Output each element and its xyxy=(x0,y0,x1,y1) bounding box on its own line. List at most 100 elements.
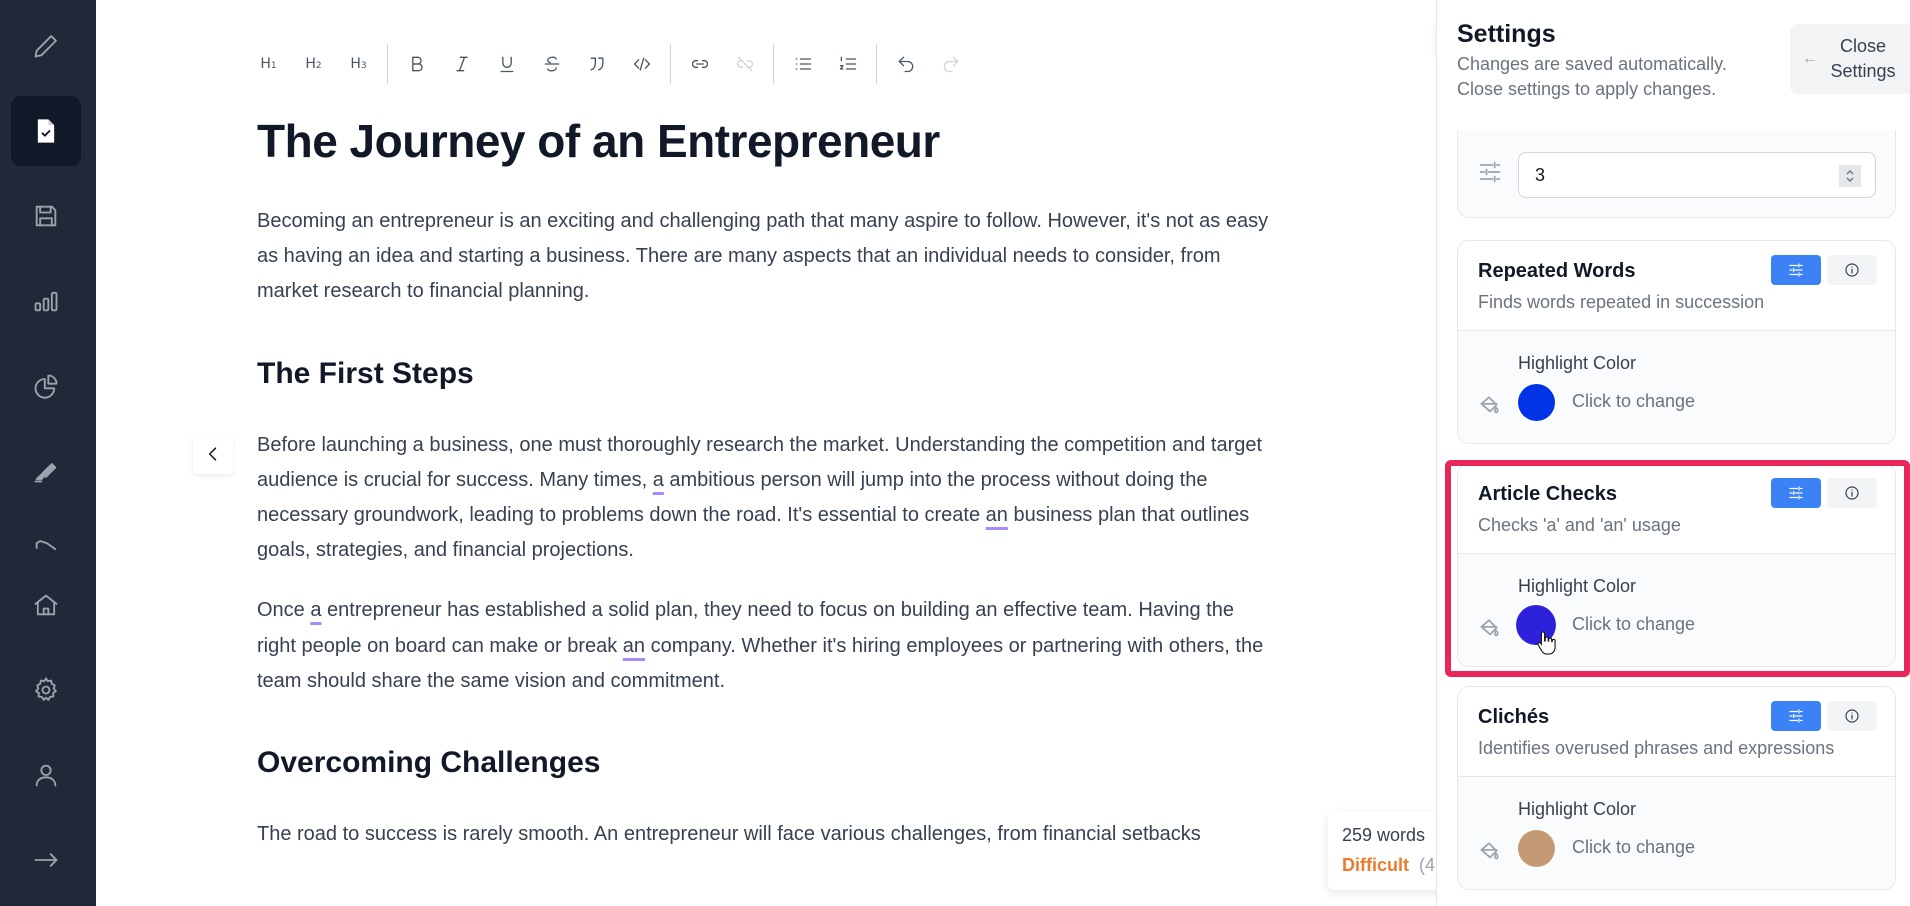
nav-item-analytics[interactable] xyxy=(11,351,81,421)
previous-button[interactable] xyxy=(193,434,233,474)
threshold-input[interactable]: 3 xyxy=(1518,152,1876,198)
link-button[interactable] xyxy=(677,44,722,84)
article-flag[interactable]: a xyxy=(653,469,664,491)
chevron-left-icon xyxy=(208,447,217,461)
save-icon xyxy=(35,205,57,227)
paint-bucket-icon xyxy=(1476,393,1502,419)
home-icon xyxy=(34,594,58,616)
threshold-value: 3 xyxy=(1535,164,1546,185)
arrow-right-icon xyxy=(34,853,58,867)
bold-button[interactable] xyxy=(394,44,439,84)
heading-2-button[interactable]: H2 xyxy=(291,44,336,84)
nav-item-signature[interactable] xyxy=(11,521,81,561)
cliches-card: Clichés Identifies overused phrases and … xyxy=(1457,686,1896,890)
card-header: Article Checks Checks 'a' and 'an' usage xyxy=(1458,464,1895,554)
configure-button[interactable] xyxy=(1771,255,1821,285)
signature-icon xyxy=(35,540,57,551)
section-heading: Overcoming Challenges xyxy=(257,746,601,780)
document-content[interactable]: The Journey of an Entrepreneur Becoming … xyxy=(257,108,1277,877)
highlight-color-label: Highlight Color xyxy=(1518,353,1637,373)
bullet-list-icon xyxy=(795,58,811,70)
info-button[interactable] xyxy=(1827,701,1877,731)
underline-icon xyxy=(500,56,513,73)
code-button[interactable] xyxy=(619,44,664,84)
strikethrough-button[interactable] xyxy=(529,44,574,84)
nav-item-logout[interactable] xyxy=(11,825,81,895)
heading-1-label: H xyxy=(260,56,271,72)
info-icon xyxy=(1845,263,1859,277)
configure-button[interactable] xyxy=(1771,478,1821,508)
color-swatch[interactable] xyxy=(1516,605,1556,645)
color-swatch[interactable] xyxy=(1518,384,1555,421)
paint-bucket-icon xyxy=(1476,616,1502,642)
toolbar-divider xyxy=(670,44,671,84)
pie-chart-icon xyxy=(34,374,58,399)
card-body: Highlight Color Click to change xyxy=(1458,777,1895,889)
intro-paragraph: Becoming an entrepreneur is an exciting … xyxy=(257,210,1269,303)
change-color-link[interactable]: Click to change xyxy=(1572,614,1695,635)
unlink-button[interactable] xyxy=(722,44,767,84)
nav-item-highlight[interactable] xyxy=(11,436,81,506)
configure-button[interactable] xyxy=(1771,701,1821,731)
sliders-icon xyxy=(1789,263,1803,277)
article-flag[interactable]: an xyxy=(986,504,1008,526)
card-header: Clichés Identifies overused phrases and … xyxy=(1458,687,1895,777)
editor-area: H1 H2 H3 The Journey of an Entrepreneur … xyxy=(96,0,1529,906)
settings-subtitle: Changes are saved automatically. Close s… xyxy=(1457,54,1727,99)
card-actions xyxy=(1771,478,1877,508)
card-body: Highlight Color Click to change xyxy=(1458,331,1895,443)
nav-item-write[interactable] xyxy=(11,11,81,81)
undo-button[interactable] xyxy=(883,44,928,84)
pencil-icon xyxy=(34,35,57,58)
redo-icon xyxy=(943,56,958,73)
nav-item-stats[interactable] xyxy=(11,266,81,336)
highlighter-icon xyxy=(34,463,57,483)
info-button[interactable] xyxy=(1827,255,1877,285)
settings-panel: Settings Changes are saved automatically… xyxy=(1436,0,1910,906)
readability-label: Difficult xyxy=(1342,855,1409,875)
info-icon xyxy=(1845,709,1859,723)
card-actions xyxy=(1771,255,1877,285)
color-swatch[interactable] xyxy=(1518,830,1555,867)
underline-button[interactable] xyxy=(484,44,529,84)
user-icon xyxy=(35,764,57,787)
nav-item-document-check[interactable] xyxy=(11,96,81,166)
heading-1-button[interactable]: H1 xyxy=(246,44,291,84)
chevron-up-down-icon xyxy=(1846,170,1854,182)
article-flag[interactable]: a xyxy=(310,599,321,621)
italic-icon xyxy=(455,56,468,72)
change-color-link[interactable]: Click to change xyxy=(1572,837,1695,858)
repeated-words-card: Repeated Words Finds words repeated in s… xyxy=(1457,240,1896,444)
heading-3-sub: 3 xyxy=(360,61,367,71)
close-settings-button[interactable]: ← Close Settings xyxy=(1790,24,1910,94)
nav-item-home[interactable] xyxy=(11,570,81,640)
paint-bucket-icon xyxy=(1476,839,1502,865)
bar-chart-icon xyxy=(34,291,58,312)
text: Once xyxy=(257,599,311,622)
nav-item-settings[interactable] xyxy=(11,655,81,725)
highlight-color-label: Highlight Color xyxy=(1518,799,1637,819)
article-flag[interactable]: an xyxy=(623,635,645,657)
number-spinner[interactable] xyxy=(1839,165,1861,187)
document-title: The Journey of an Entrepreneur xyxy=(257,115,940,167)
change-color-link[interactable]: Click to change xyxy=(1572,391,1695,412)
article-checks-card: Article Checks Checks 'a' and 'an' usage… xyxy=(1457,463,1896,667)
link-icon xyxy=(691,60,708,68)
card-header: Repeated Words Finds words repeated in s… xyxy=(1458,241,1895,331)
bold-icon xyxy=(411,56,423,72)
ordered-list-button[interactable] xyxy=(825,44,870,84)
blockquote-button[interactable] xyxy=(574,44,619,84)
heading-3-button[interactable]: H3 xyxy=(336,44,381,84)
nav-item-save[interactable] xyxy=(11,181,81,251)
info-icon xyxy=(1845,486,1859,500)
paragraph: The road to success is rarely smooth. An… xyxy=(257,823,1201,846)
bullet-list-button[interactable] xyxy=(780,44,825,84)
info-button[interactable] xyxy=(1827,478,1877,508)
quote-icon xyxy=(590,57,603,71)
ordered-list-icon xyxy=(839,56,856,70)
nav-item-profile[interactable] xyxy=(11,740,81,810)
italic-button[interactable] xyxy=(439,44,484,84)
redo-button[interactable] xyxy=(928,44,973,84)
sliders-icon xyxy=(1476,158,1504,186)
card-body: Highlight Color Click to change xyxy=(1458,554,1895,666)
